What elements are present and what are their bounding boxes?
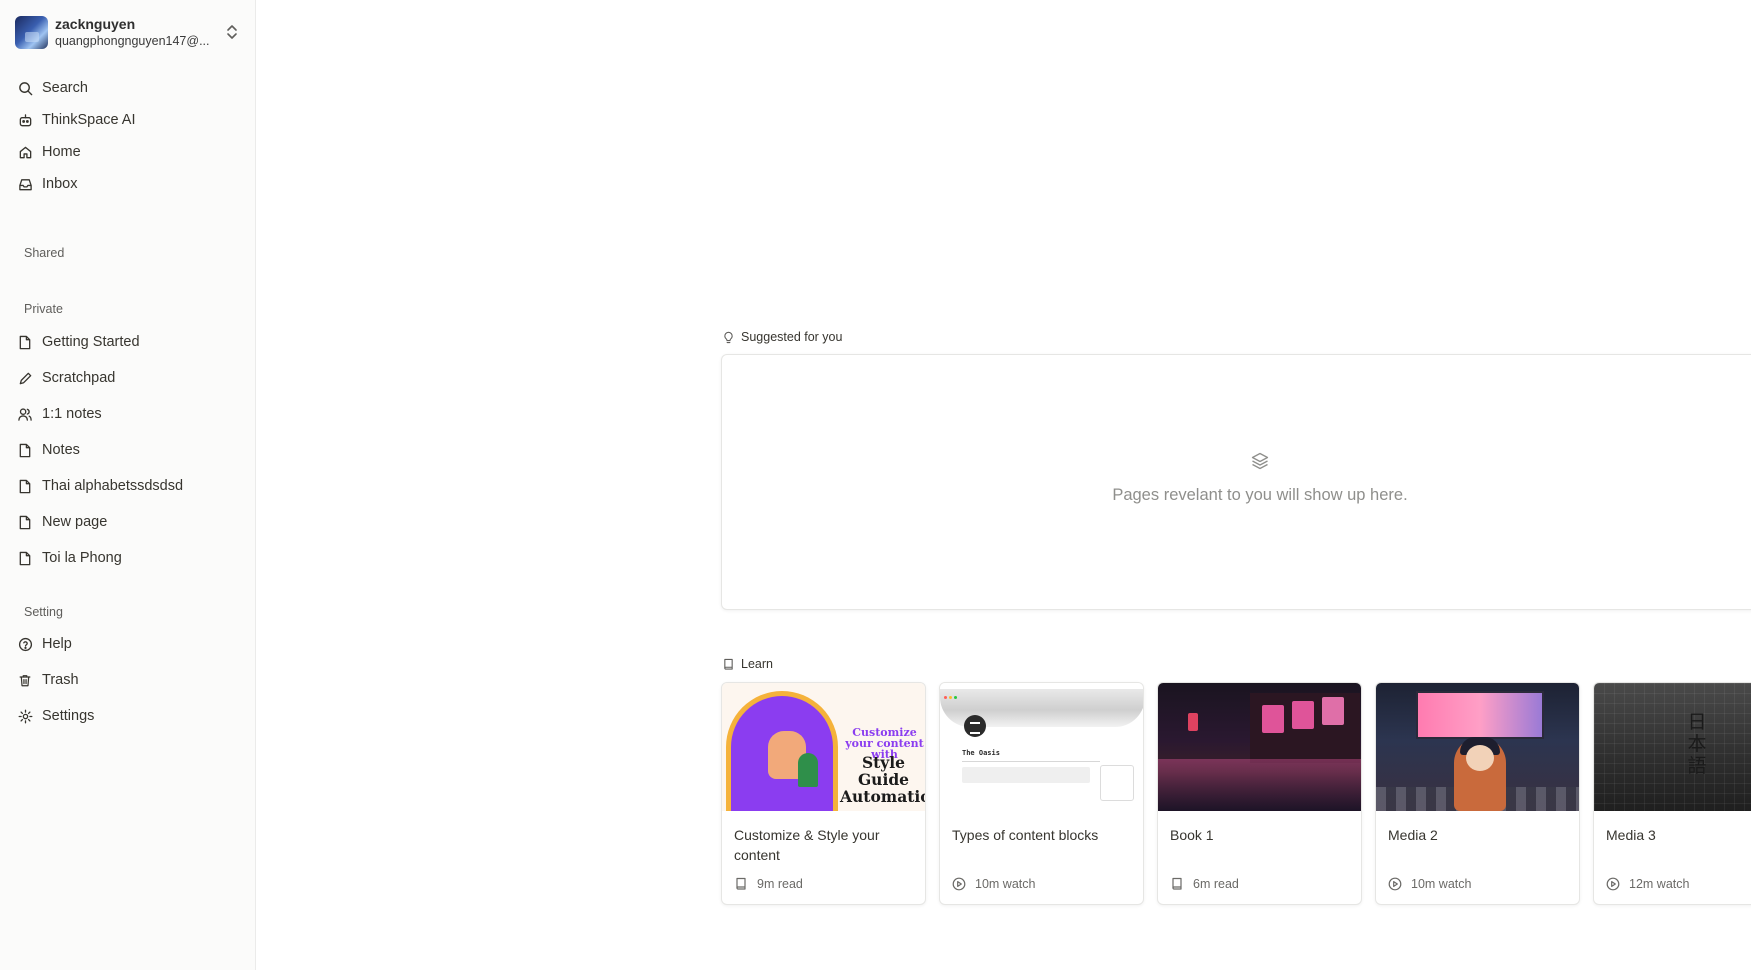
home-icon (14, 141, 36, 163)
sidebar-item-settings[interactable]: Settings (10, 701, 246, 731)
sidebar-item-toi-la-phong[interactable]: Toi la Phong (10, 543, 246, 573)
gear-icon (14, 705, 36, 727)
thumb-text: The Oasis (962, 749, 1000, 757)
section-title-shared: Shared (24, 246, 65, 260)
card-title: Media 3 (1606, 827, 1656, 843)
page-icon (14, 511, 36, 533)
sidebar-item-notes[interactable]: Notes (10, 435, 246, 465)
card-title: Media 2 (1388, 827, 1438, 843)
sidebar-item-thinkspace-ai[interactable]: ThinkSpace AI (10, 105, 246, 135)
page-icon (14, 439, 36, 461)
learn-title: Learn (741, 657, 773, 671)
robot-icon (14, 109, 36, 131)
sidebar-item-label: Inbox (42, 176, 78, 192)
account-info: zacknguyen quangphongnguyen147@... (55, 16, 215, 49)
learn-cards: Customize your content with Style Guide … (721, 682, 1751, 906)
card-thumbnail (1158, 683, 1361, 811)
book-icon (1170, 877, 1184, 891)
learn-card[interactable]: Customize your content with Style Guide … (721, 682, 926, 905)
sidebar-item-label: Home (42, 144, 81, 160)
card-meta-text: 6m read (1193, 877, 1239, 891)
sidebar: zacknguyen quangphongnguyen147@... Searc… (0, 0, 256, 970)
lightbulb-icon (721, 330, 735, 344)
suggested-empty-state: Pages revelant to you will show up here. (722, 451, 1751, 505)
sidebar-item-trash[interactable]: Trash (10, 665, 246, 695)
sidebar-item-label: Help (42, 636, 72, 652)
sidebar-item-label: Getting Started (42, 334, 140, 350)
account-switcher[interactable]: zacknguyen quangphongnguyen147@... (15, 15, 241, 49)
users-icon (14, 403, 36, 425)
suggested-panel: Pages revelant to you will show up here. (721, 354, 1751, 610)
sidebar-item-scratchpad[interactable]: Scratchpad (10, 363, 246, 393)
card-thumbnail: 日本語 (1594, 683, 1751, 811)
sidebar-item-label: Search (42, 80, 88, 96)
card-thumbnail: The Oasis (940, 683, 1143, 811)
sidebar-item-label: Scratchpad (42, 370, 116, 386)
learn-header: Learn (721, 657, 773, 671)
sidebar-item-inbox[interactable]: Inbox (10, 169, 246, 199)
sidebar-item-help[interactable]: Help (10, 629, 246, 659)
thumb-text: 日本語 (1687, 711, 1707, 777)
sidebar-item-label: New page (42, 514, 108, 530)
sidebar-item-getting-started[interactable]: Getting Started (10, 327, 246, 357)
sidebar-item-label: Settings (42, 708, 95, 724)
learn-card[interactable]: The Oasis Types of content blocks 10m wa… (939, 682, 1144, 905)
page-icon (14, 475, 36, 497)
play-icon (1606, 877, 1620, 891)
card-meta-text: 10m watch (1411, 877, 1472, 891)
chevron-up-down-icon[interactable] (223, 23, 241, 41)
search-icon (14, 77, 36, 99)
pencil-icon (14, 367, 36, 389)
book-icon (721, 657, 735, 671)
card-thumbnail (1376, 683, 1579, 811)
card-meta: 10m watch (1388, 877, 1471, 891)
sidebar-item-label: 1:1 notes (42, 406, 102, 422)
sidebar-item-label: Notes (42, 442, 80, 458)
layers-icon (1250, 451, 1270, 476)
card-meta-text: 12m watch (1629, 877, 1690, 891)
page-icon (14, 331, 36, 353)
play-icon (1388, 877, 1402, 891)
sidebar-item-thai-alphabets[interactable]: Thai alphabetssdsdsd (10, 471, 246, 501)
sidebar-item-label: Thai alphabetssdsdsd (42, 478, 184, 494)
card-title: Book 1 (1170, 827, 1214, 843)
suggested-title: Suggested for you (741, 330, 843, 344)
avatar (15, 15, 48, 49)
sidebar-item-label: ThinkSpace AI (42, 112, 136, 128)
learn-card[interactable]: Book 1 6m read (1157, 682, 1362, 905)
inbox-icon (14, 173, 36, 195)
trash-icon (14, 669, 36, 691)
main-content: Suggested for you Pages revelant to you … (257, 0, 1751, 970)
section-title-setting: Setting (24, 605, 63, 619)
card-meta: 12m watch (1606, 877, 1689, 891)
play-icon (952, 877, 966, 891)
learn-card[interactable]: Media 2 10m watch (1375, 682, 1580, 905)
sidebar-item-one-on-one-notes[interactable]: 1:1 notes (10, 399, 246, 429)
sidebar-item-label: Toi la Phong (42, 550, 122, 566)
card-meta: 10m watch (952, 877, 1035, 891)
help-icon (14, 633, 36, 655)
sidebar-item-home[interactable]: Home (10, 137, 246, 167)
account-email: quangphongnguyen147@... (55, 33, 210, 48)
learn-card[interactable]: 日本語 Media 3 12m watch (1593, 682, 1751, 905)
card-title: Customize & Style your content (734, 827, 880, 863)
sidebar-item-label: Trash (42, 672, 79, 688)
card-title: Types of content blocks (952, 827, 1099, 843)
page-icon (14, 547, 36, 569)
account-name: zacknguyen (55, 15, 136, 32)
suggested-empty-text: Pages revelant to you will show up here. (1112, 486, 1408, 504)
sidebar-item-new-page[interactable]: New page (10, 507, 246, 537)
card-meta-text: 10m watch (975, 877, 1036, 891)
card-meta: 9m read (734, 877, 803, 891)
card-meta: 6m read (1170, 877, 1239, 891)
sidebar-item-search[interactable]: Search (10, 73, 246, 103)
suggested-header: Suggested for you (721, 330, 842, 344)
card-meta-text: 9m read (757, 877, 803, 891)
thumb-text: Style Guide Automation (840, 753, 925, 806)
card-thumbnail: Customize your content with Style Guide … (722, 683, 925, 811)
book-icon (734, 877, 748, 891)
section-title-private: Private (24, 302, 63, 316)
